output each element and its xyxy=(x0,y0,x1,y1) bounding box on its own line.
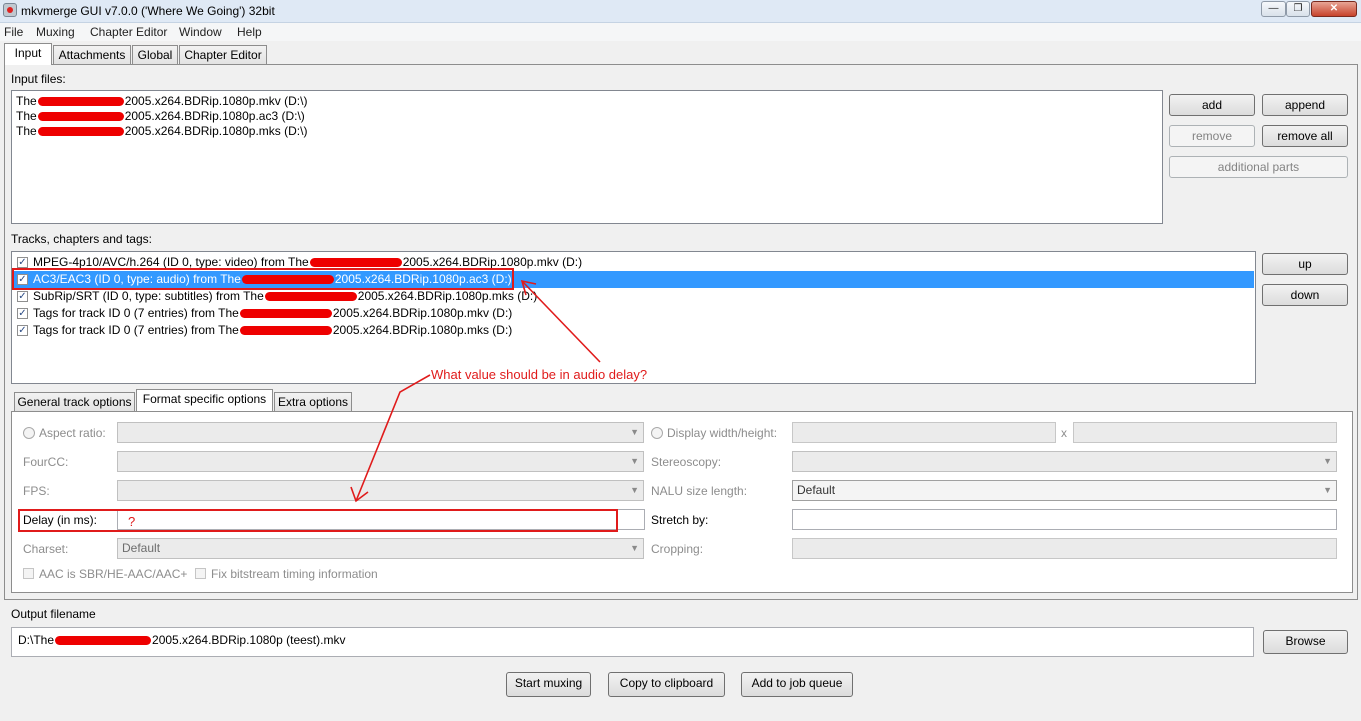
tab-input[interactable]: Input xyxy=(4,43,52,65)
annotation-arrow-down xyxy=(355,374,431,502)
annotation-arrows xyxy=(350,279,601,503)
annotation-arrow-up xyxy=(521,280,601,363)
tab-format-specific-options[interactable]: Format specific options xyxy=(136,389,273,411)
